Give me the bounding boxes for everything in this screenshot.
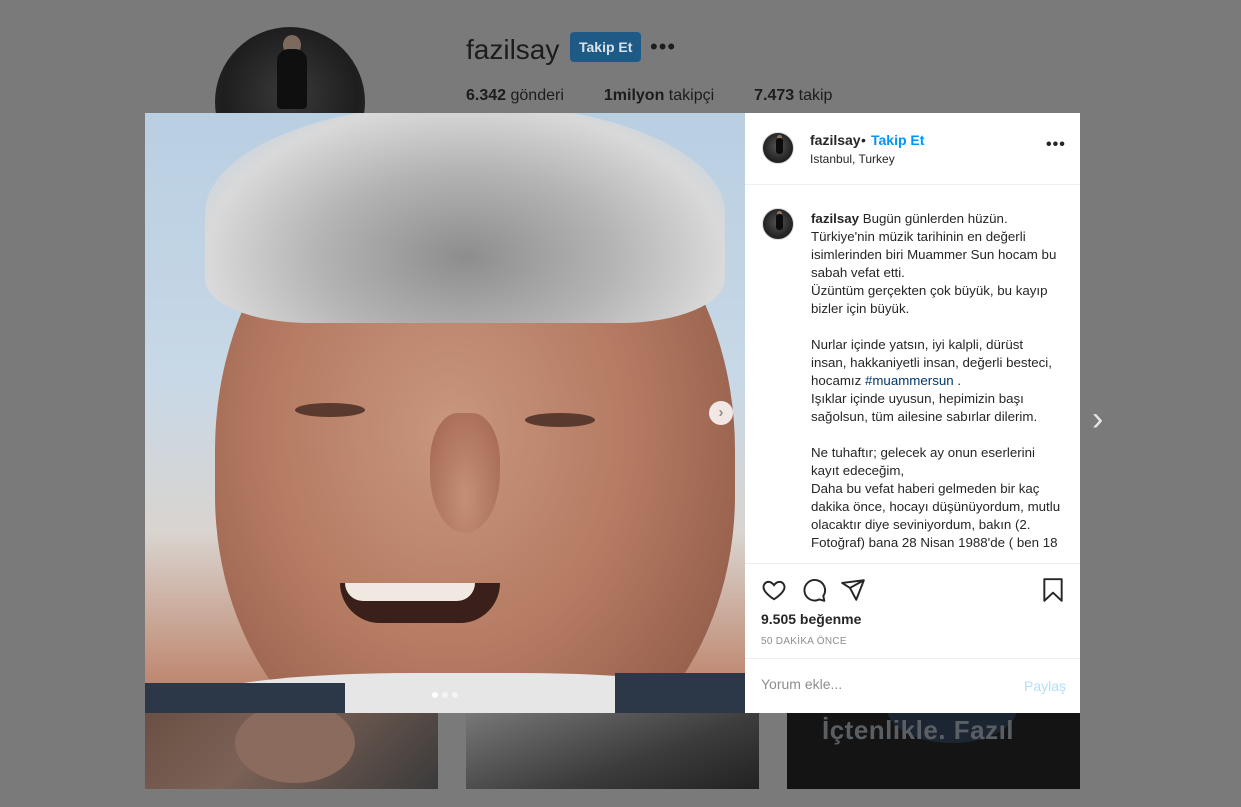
- photo-teeth: [345, 583, 475, 601]
- stat-following[interactable]: 7.473 takip: [754, 87, 832, 105]
- grid-thumbnail-3[interactable]: İçtenlikle. Fazıl: [787, 713, 1080, 789]
- like-count[interactable]: 9.505 beğenme: [761, 611, 861, 627]
- photo-suit-right: [615, 673, 745, 713]
- avatar-figure-body: [776, 138, 783, 154]
- comment-icon[interactable]: [801, 577, 827, 603]
- avatar-figure-body: [277, 49, 307, 109]
- header-separator: •: [861, 132, 866, 148]
- caption-scroll-area[interactable]: fazilsay Bugün günlerden hüzün. Türkiye'…: [745, 185, 1080, 563]
- next-post-arrow-icon[interactable]: ›: [1092, 400, 1103, 439]
- photo-suit-left: [145, 683, 345, 713]
- post-actions: 9.505 beğenme 50 DAKİKA ÖNCE: [745, 563, 1080, 658]
- post-side-panel: fazilsay • Takip Et Istanbul, Turkey •••…: [745, 113, 1080, 713]
- comment-input[interactable]: [761, 676, 1011, 692]
- profile-stats: 6.342 gönderi 1milyon takipçi 7.473 taki…: [466, 87, 832, 105]
- carousel-dot-2: [442, 692, 448, 698]
- profile-username: fazilsay: [466, 34, 560, 65]
- post-author-username[interactable]: fazilsay: [810, 132, 861, 148]
- photo-nose: [430, 413, 500, 533]
- post-follow-button[interactable]: Takip Et: [871, 132, 924, 148]
- comment-form: Paylaş: [745, 658, 1080, 713]
- photo-eye-right: [525, 413, 595, 427]
- post-options-icon[interactable]: •••: [1046, 136, 1066, 154]
- carousel-dot-1: [432, 692, 438, 698]
- avatar-figure-body: [776, 214, 783, 230]
- profile-more-icon[interactable]: •••: [650, 34, 676, 60]
- carousel-next-icon[interactable]: ›: [709, 401, 733, 425]
- stat-posts-label: gönderi: [510, 87, 564, 104]
- post-location[interactable]: Istanbul, Turkey: [810, 152, 895, 166]
- post-timestamp[interactable]: 50 DAKİKA ÖNCE: [761, 636, 847, 647]
- grid-thumbnail-1[interactable]: [145, 713, 438, 789]
- stat-posts[interactable]: 6.342 gönderi: [466, 87, 564, 105]
- caption-text-1: Bugün günlerden hüzün. Türkiye'nin müzik…: [811, 211, 1057, 388]
- post-comment-button[interactable]: Paylaş: [1024, 678, 1066, 694]
- stat-followers-value: 1milyon: [603, 87, 665, 104]
- share-icon[interactable]: [840, 577, 866, 603]
- carousel-dots: [432, 692, 458, 698]
- profile-follow-button[interactable]: Takip Et: [570, 32, 642, 62]
- stat-followers[interactable]: 1milyon takipçi: [604, 87, 714, 105]
- photo-eye-left: [295, 403, 365, 417]
- carousel-dot-3: [452, 692, 458, 698]
- bookmark-icon[interactable]: [1040, 577, 1066, 603]
- stat-followers-label: takipçi: [668, 87, 715, 104]
- stat-posts-value: 6.342: [466, 87, 507, 104]
- heart-icon[interactable]: [761, 577, 787, 603]
- thumbnail-text: İçtenlikle. Fazıl: [822, 715, 1015, 745]
- post-author-avatar[interactable]: [762, 132, 794, 164]
- stat-following-value: 7.473: [754, 87, 795, 104]
- caption-username[interactable]: fazilsay: [811, 211, 859, 226]
- grid-thumbnail-2[interactable]: [466, 713, 759, 789]
- post-caption: fazilsay Bugün günlerden hüzün. Türkiye'…: [811, 210, 1061, 552]
- caption-author-avatar[interactable]: [762, 208, 794, 240]
- thumbnail-image: [235, 713, 355, 783]
- post-header: fazilsay • Takip Et Istanbul, Turkey •••: [745, 113, 1080, 185]
- stat-following-label: takip: [798, 87, 833, 104]
- caption-text-2: . Işıklar içinde uyusun, hepimizin başı …: [811, 373, 1061, 550]
- post-image[interactable]: ›: [145, 113, 745, 713]
- photo-hair: [205, 113, 725, 323]
- caption-hashtag[interactable]: #muammersun: [865, 373, 954, 388]
